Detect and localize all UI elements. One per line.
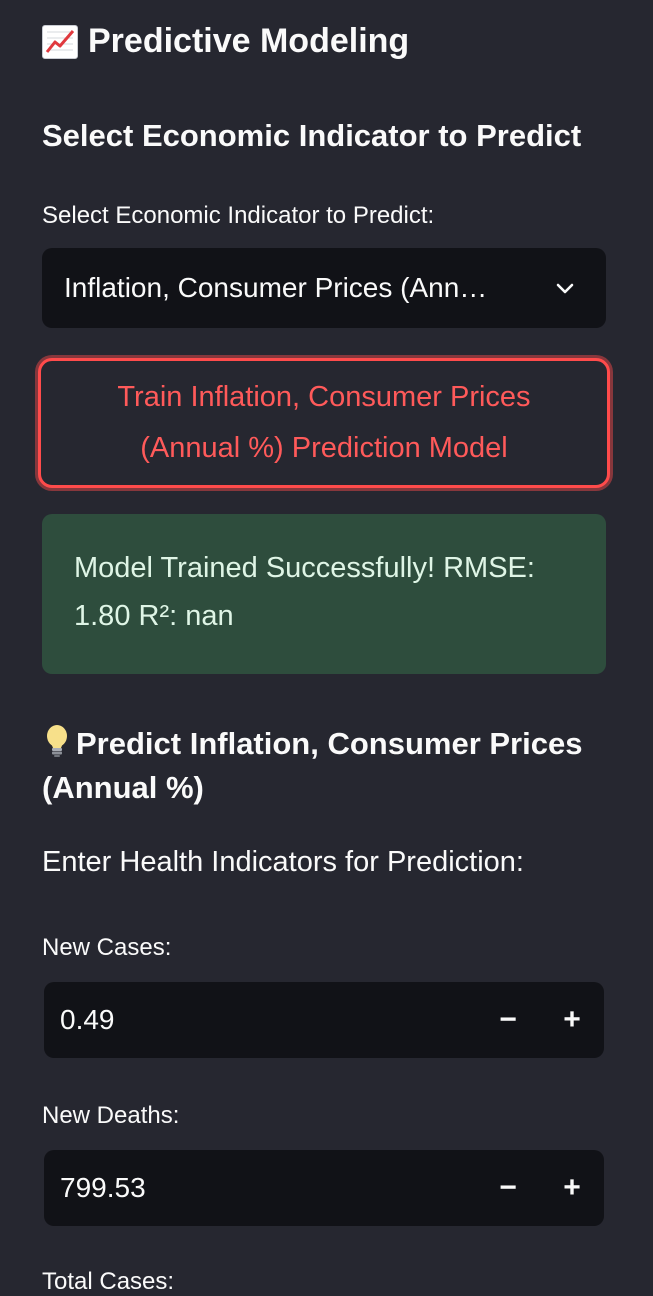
new-deaths-decrement-button[interactable]: −	[476, 1150, 540, 1226]
indicator-select-value: Inflation, Consumer Prices (Ann…	[64, 272, 488, 303]
success-message: Model Trained Successfully! RMSE: 1.80 R…	[74, 552, 535, 632]
new-deaths-label: New Deaths:	[42, 1102, 180, 1129]
chart-increasing-icon	[42, 24, 78, 59]
indicator-select-label: Select Economic Indicator to Predict:	[42, 202, 435, 229]
total-cases-label: Total Cases:	[42, 1268, 175, 1295]
new-deaths-value[interactable]: 799.53	[60, 1172, 476, 1204]
new-deaths-increment-button[interactable]: +	[540, 1150, 604, 1226]
new-cases-label: New Cases:	[42, 934, 172, 961]
page-title-text: Predictive Modeling	[88, 22, 410, 60]
train-model-button[interactable]: Train Inflation, Consumer Prices (Annual…	[38, 358, 610, 488]
indicator-section-heading: Select Economic Indicator to Predict	[42, 118, 582, 153]
new-deaths-input[interactable]: 799.53 − +	[44, 1150, 604, 1226]
indicator-select[interactable]: Inflation, Consumer Prices (Ann…	[42, 248, 606, 328]
chevron-down-icon[interactable]	[554, 277, 576, 299]
new-cases-value[interactable]: 0.49	[60, 1004, 476, 1036]
prediction-section-heading: Predict Inflation, Consumer Prices (Annu…	[42, 722, 617, 810]
page-title: Predictive Modeling	[42, 22, 409, 61]
train-model-button-label: Train Inflation, Consumer Prices (Annual…	[117, 381, 531, 464]
prediction-instructions: Enter Health Indicators for Prediction:	[42, 846, 524, 878]
new-cases-increment-button[interactable]: +	[540, 982, 604, 1058]
new-cases-decrement-button[interactable]: −	[476, 982, 540, 1058]
success-alert: Model Trained Successfully! RMSE: 1.80 R…	[42, 514, 606, 674]
prediction-heading-text: Predict Inflation, Consumer Prices (Annu…	[42, 726, 583, 805]
new-cases-input[interactable]: 0.49 − +	[44, 982, 604, 1058]
light-bulb-icon	[47, 725, 67, 757]
